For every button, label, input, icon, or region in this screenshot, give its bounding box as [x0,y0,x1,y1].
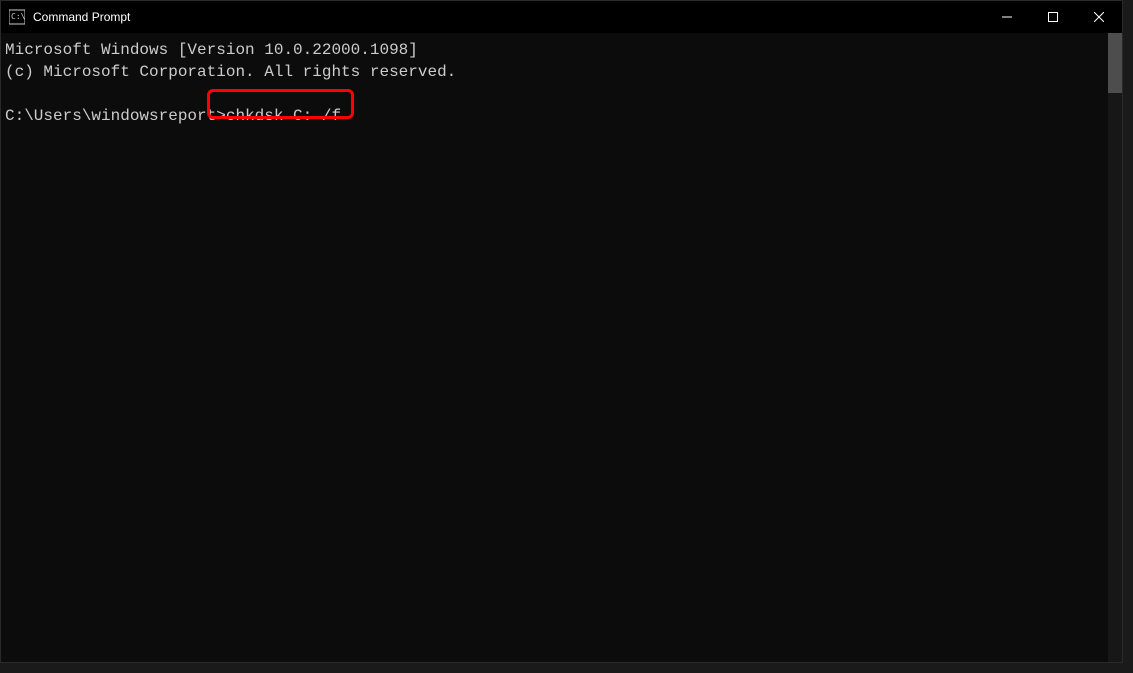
close-button[interactable] [1076,1,1122,33]
prompt-line: C:\Users\windowsreport>chkdsk C: /f [5,105,1118,127]
svg-text:C:\: C:\ [11,12,25,21]
minimize-button[interactable] [984,1,1030,33]
command-prompt-icon: C:\ [9,9,25,25]
copyright-line: (c) Microsoft Corporation. All rights re… [5,61,1118,83]
window-title: Command Prompt [33,10,130,24]
version-line: Microsoft Windows [Version 10.0.22000.10… [5,39,1118,61]
typed-command: chkdsk C: /f [226,107,341,125]
terminal-output[interactable]: Microsoft Windows [Version 10.0.22000.10… [1,33,1122,662]
prompt-path: C:\Users\windowsreport> [5,107,226,125]
maximize-button[interactable] [1030,1,1076,33]
blank-line [5,83,1118,105]
titlebar[interactable]: C:\ Command Prompt [1,1,1122,33]
titlebar-left: C:\ Command Prompt [9,9,130,25]
window-controls [984,1,1122,33]
command-prompt-window: C:\ Command Prompt [0,0,1123,663]
